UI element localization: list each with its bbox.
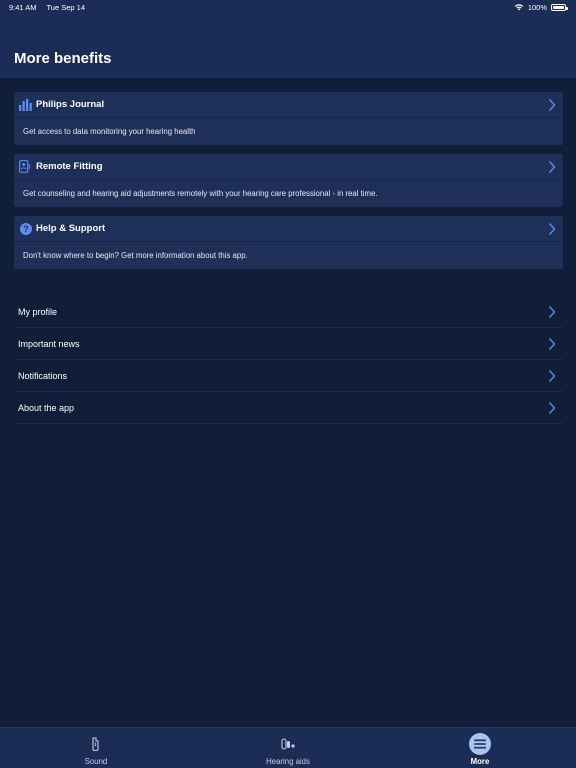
tab-label: Sound [84, 757, 108, 766]
card-title: Remote Fitting [36, 161, 103, 172]
tab-bar: Sound Hearing aids More [0, 727, 576, 768]
card-help-support[interactable]: ? Help & Support Don't know where to beg… [14, 216, 563, 269]
card-header[interactable]: ? Help & Support [14, 216, 563, 242]
svg-text:?: ? [23, 224, 29, 234]
tab-sound[interactable]: Sound [0, 728, 192, 768]
tab-hearing-aids[interactable]: Hearing aids [192, 728, 384, 768]
menu-icon [469, 733, 491, 755]
sound-icon [85, 733, 107, 755]
card-title: Help & Support [36, 223, 106, 234]
chevron-right-icon[interactable] [548, 222, 556, 235]
card-description: Get access to data monitoring your heari… [23, 127, 196, 136]
page-title: More benefits [14, 50, 112, 67]
tab-label: More [470, 757, 490, 766]
list-item-label: About the app [18, 402, 75, 413]
remote-fitting-icon [19, 160, 32, 173]
hearing-aids-icon [277, 733, 299, 755]
tab-more[interactable]: More [384, 728, 576, 768]
bar-chart-icon [19, 98, 32, 111]
card-header[interactable]: Philips Journal [14, 92, 563, 118]
status-bar: 9:41 AM Tue Sep 14 100% [0, 0, 576, 14]
card-header[interactable]: Remote Fitting [14, 154, 563, 180]
chevron-right-icon[interactable] [548, 305, 556, 318]
card-description: Don't know where to begin? Get more info… [23, 251, 248, 260]
card-description: Get counseling and hearing aid adjustmen… [23, 189, 378, 198]
tab-label: Hearing aids [266, 757, 310, 766]
chevron-right-icon[interactable] [548, 337, 556, 350]
battery-icon [551, 3, 568, 11]
list-item-important-news[interactable]: Important news [14, 328, 563, 360]
chevron-right-icon[interactable] [548, 401, 556, 414]
list-item-label: Important news [18, 338, 80, 349]
chevron-right-icon[interactable] [548, 369, 556, 382]
battery-percentage: 100% [527, 2, 547, 12]
chevron-right-icon[interactable] [548, 160, 556, 173]
chevron-right-icon[interactable] [548, 98, 556, 111]
list-item-label: Notifications [18, 370, 68, 381]
list-item-notifications[interactable]: Notifications [14, 360, 563, 392]
status-time: 9:41 AM [9, 2, 37, 12]
list-item-about-the-app[interactable]: About the app [14, 392, 563, 424]
card-title: Philips Journal [36, 99, 105, 110]
wifi-icon [514, 4, 524, 11]
settings-list: My profile Important news Notifications … [14, 296, 563, 424]
help-icon: ? [19, 222, 32, 235]
benefits-section: Philips Journal Get access to data monit… [14, 92, 563, 278]
status-date: Tue Sep 14 [46, 2, 85, 12]
card-remote-fitting[interactable]: Remote Fitting Get counseling and hearin… [14, 154, 563, 207]
list-item-my-profile[interactable]: My profile [14, 296, 563, 328]
header: 9:41 AM Tue Sep 14 100% More benefits [0, 0, 576, 78]
list-item-label: My profile [18, 306, 58, 317]
card-philips-journal[interactable]: Philips Journal Get access to data monit… [14, 92, 563, 145]
